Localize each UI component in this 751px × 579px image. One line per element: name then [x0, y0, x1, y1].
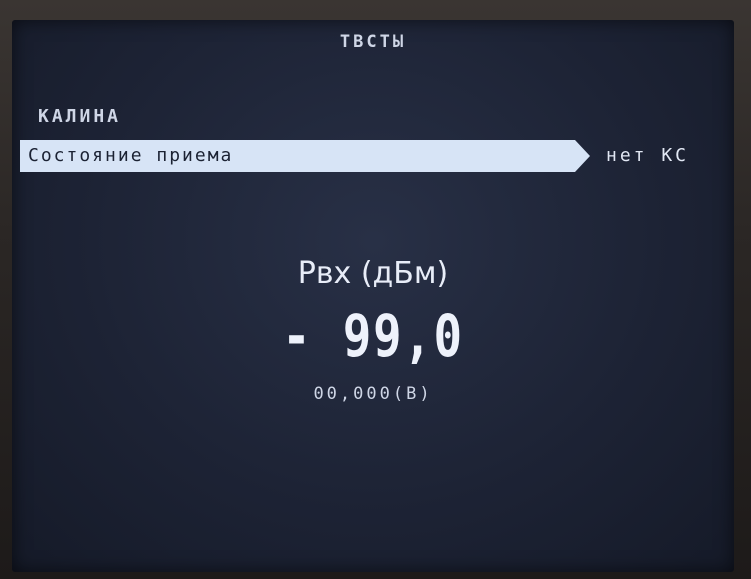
menu-item-reception-state[interactable]: Состояние приема нет КС [20, 140, 720, 172]
reading-voltage: 00,000(В) [313, 384, 433, 404]
screen-title: ТВСТЫ [339, 32, 407, 52]
display-screen: ТВСТЫ КАЛИНА Состояние приема нет КС Рвх… [12, 20, 734, 572]
menu-item-label: Состояние приема [28, 145, 234, 166]
menu-item-value: нет КС [606, 145, 690, 166]
device-bezel: ТВСТЫ КАЛИНА Состояние приема нет КС Рвх… [0, 0, 751, 579]
reading-label: Рвх (дБм) [297, 256, 449, 291]
section-title: КАЛИНА [38, 106, 122, 127]
reading-value: - 99,0 [282, 302, 464, 370]
